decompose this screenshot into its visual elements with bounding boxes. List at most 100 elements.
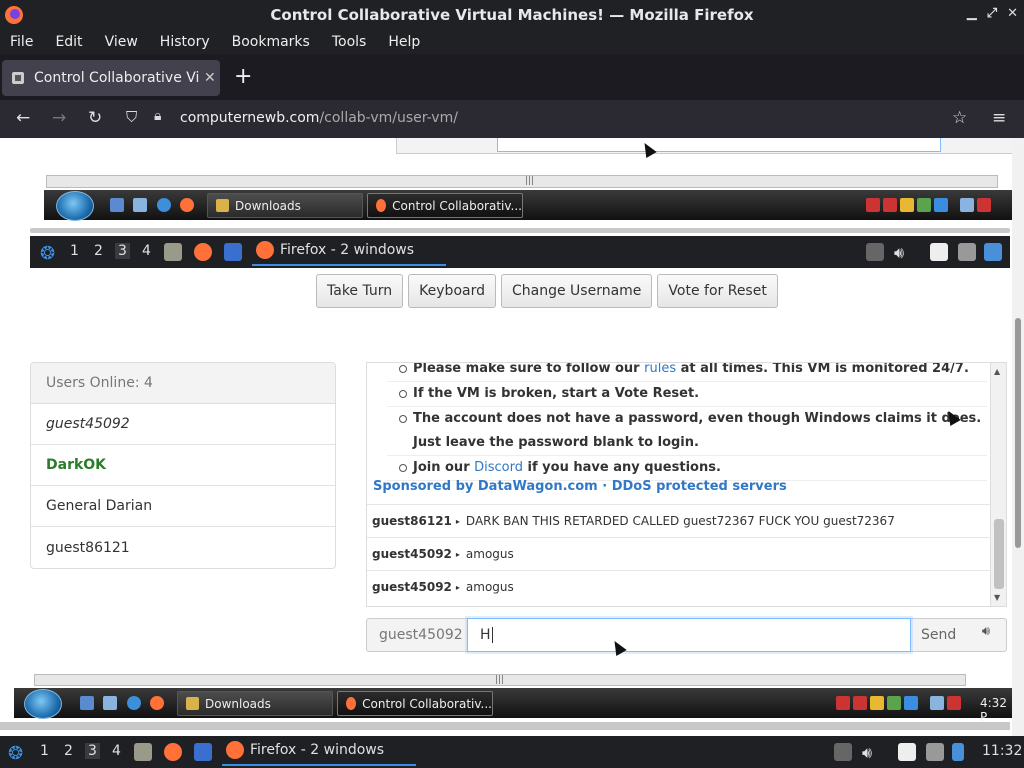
site-favicon-icon — [12, 72, 24, 84]
send-button[interactable]: Send — [921, 627, 956, 643]
page-scrollbar[interactable] — [1012, 138, 1024, 768]
desktop-icon[interactable] — [110, 198, 124, 212]
menu-bookmarks[interactable]: Bookmarks — [232, 34, 310, 50]
file-manager-icon[interactable] — [164, 243, 182, 261]
volume-icon[interactable]: 🔊︎ — [894, 243, 904, 263]
notification-icon[interactable] — [984, 243, 1002, 261]
window-switch-icon[interactable] — [103, 696, 117, 710]
vm-nested-scrollbar[interactable]: ||| — [46, 175, 998, 188]
new-tab-icon[interactable]: + — [234, 64, 252, 89]
menu-history[interactable]: History — [160, 34, 210, 50]
workspace-2[interactable]: 2 — [94, 243, 103, 259]
workspace-1[interactable]: 1 — [40, 743, 49, 759]
distro-menu-icon[interactable]: ❂ — [40, 243, 55, 264]
workspace-4[interactable]: 4 — [112, 743, 121, 759]
tab-strip: Control Collaborative Virtual Machines! … — [0, 54, 1024, 100]
workspace-1[interactable]: 1 — [70, 243, 79, 259]
close-icon[interactable]: ✕ — [1007, 6, 1018, 21]
rules-link[interactable]: rules — [644, 363, 676, 376]
hamburger-menu-icon[interactable]: ≡ — [992, 108, 1006, 128]
chat-scrollbar[interactable]: ▲ ▼ — [990, 363, 1006, 606]
users-online-header: Users Online: 4 — [31, 363, 335, 404]
rule-item: Join our Discord if you have any questio… — [387, 456, 987, 481]
taskbar-downloads[interactable]: Downloads — [177, 691, 333, 716]
chat-input[interactable]: H — [467, 618, 911, 652]
clipboard-icon[interactable] — [866, 243, 884, 261]
chat-username: guest86121 — [372, 514, 452, 528]
menu-edit[interactable]: Edit — [55, 34, 82, 50]
menu-bar: File Edit View History Bookmarks Tools H… — [0, 30, 1024, 54]
terminal-icon[interactable] — [194, 743, 212, 761]
user-item[interactable]: DarkOK — [31, 445, 335, 486]
notification-icon[interactable] — [952, 743, 964, 761]
tab-collabvm[interactable]: Control Collaborative Virtual Machines! … — [2, 60, 220, 96]
taskbar-downloads[interactable]: Downloads — [207, 193, 363, 218]
ie-icon[interactable] — [127, 696, 141, 710]
speaker-icon[interactable]: 🔊︎ — [970, 624, 1002, 646]
menu-tools[interactable]: Tools — [332, 34, 367, 50]
discord-link[interactable]: Discord — [474, 460, 523, 475]
system-tray — [836, 696, 961, 710]
workspace-3[interactable]: 3 — [85, 743, 100, 759]
menu-view[interactable]: View — [105, 34, 138, 50]
distro-menu-icon[interactable]: ❂ — [8, 743, 23, 764]
tab-close-icon[interactable]: ✕ — [204, 70, 216, 86]
chat-panel: Please make sure to follow our rules at … — [366, 362, 1007, 607]
keyboard-button[interactable]: Keyboard — [408, 274, 496, 308]
menu-file[interactable]: File — [10, 34, 33, 50]
file-manager-icon[interactable] — [134, 743, 152, 761]
workspace-3[interactable]: 3 — [115, 243, 130, 259]
user-item[interactable]: guest86121 — [31, 527, 335, 568]
notes-icon[interactable] — [930, 243, 948, 261]
user-item[interactable]: guest45092 — [31, 404, 335, 445]
url-bar[interactable]: computernewb.com/collab-vm/user-vm/ — [180, 110, 458, 126]
shield-icon[interactable]: ⛉ — [126, 108, 137, 126]
network-icon[interactable] — [926, 743, 944, 761]
rules-list: Please make sure to follow our rules at … — [387, 363, 987, 481]
chat-username: guest45092 — [372, 547, 452, 561]
clipboard-icon[interactable] — [834, 743, 852, 761]
workspace-4[interactable]: 4 — [142, 243, 151, 259]
user-item[interactable]: General Darian — [31, 486, 335, 527]
taskbar-firefox[interactable]: Control Collaborativ... — [367, 193, 523, 218]
start-orb-icon[interactable] — [24, 689, 62, 719]
chat-message: guest45092 ▸ amogus — [367, 537, 991, 570]
take-turn-button[interactable]: Take Turn — [316, 274, 404, 308]
host-linux-panel: ❂ 1 2 3 4 Firefox - 2 windows 🔊︎ 11:32 — [0, 736, 1024, 768]
window-switch-icon[interactable] — [133, 198, 147, 212]
back-icon[interactable]: ← — [16, 108, 30, 128]
lock-icon[interactable]: 🔒︎ — [154, 108, 161, 124]
vm-scrollbar[interactable]: ||| — [34, 674, 966, 686]
desktop-icon[interactable] — [80, 696, 94, 710]
maximize-icon[interactable]: ⤢ — [987, 6, 997, 21]
firefox-icon[interactable] — [180, 198, 194, 212]
users-online-list: Users Online: 4 guest45092 DarkOK Genera… — [30, 362, 336, 569]
taskbar-firefox-windows[interactable]: Firefox - 2 windows — [222, 736, 416, 766]
reload-icon[interactable]: ↻ — [88, 108, 102, 128]
volume-icon[interactable]: 🔊︎ — [862, 743, 872, 763]
terminal-icon[interactable] — [224, 243, 242, 261]
change-username-button[interactable]: Change Username — [500, 274, 653, 308]
chat-message: guest45092 ▸ amogus — [367, 570, 991, 603]
ie-icon[interactable] — [157, 198, 171, 212]
chat-text: amogus — [465, 580, 514, 594]
vote-reset-button[interactable]: Vote for Reset — [657, 274, 778, 308]
vm-controls: Take Turn Keyboard Change Username Vote … — [316, 274, 778, 308]
taskbar-firefox[interactable]: Control Collaborativ... — [337, 691, 493, 716]
host-clock: 11:32 — [982, 743, 1023, 759]
vm-nested-taskbar: Downloads Control Collaborativ... — [44, 190, 1012, 221]
start-orb-icon[interactable] — [56, 191, 94, 221]
chat-message: guest86121 ▸ DARK BAN THIS RETARDED CALLED… — [367, 504, 991, 537]
network-icon[interactable] — [958, 243, 976, 261]
firefox-icon[interactable] — [164, 743, 182, 761]
firefox-icon[interactable] — [194, 243, 212, 261]
sponsor-text[interactable]: Sponsored by DataWagon.com · DDoS protec… — [373, 479, 787, 494]
notes-icon[interactable] — [898, 743, 916, 761]
menu-help[interactable]: Help — [388, 34, 420, 50]
firefox-icon[interactable] — [150, 696, 164, 710]
forward-icon[interactable]: → — [52, 108, 66, 128]
taskbar-firefox-windows[interactable]: Firefox - 2 windows — [252, 236, 446, 266]
minimize-icon[interactable]: ▁ — [967, 6, 977, 21]
bookmark-star-icon[interactable]: ☆ — [952, 108, 967, 128]
workspace-2[interactable]: 2 — [64, 743, 73, 759]
